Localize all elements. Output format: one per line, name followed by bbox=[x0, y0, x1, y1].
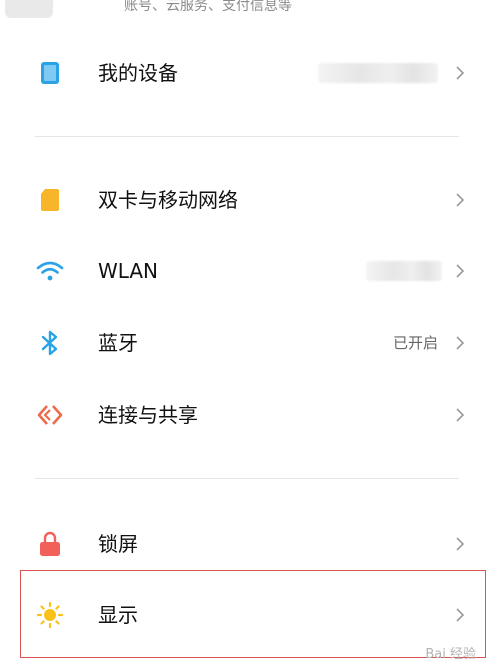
settings-item-label: 我的设备 bbox=[98, 61, 178, 85]
settings-item-label: 锁屏 bbox=[98, 532, 138, 556]
connection-share-icon bbox=[36, 401, 64, 429]
settings-item-label: WLAN bbox=[98, 259, 159, 283]
wifi-icon bbox=[36, 257, 64, 285]
blurred-value bbox=[318, 63, 438, 83]
blurred-value bbox=[366, 261, 442, 281]
avatar bbox=[5, 0, 53, 18]
lock-icon bbox=[36, 530, 64, 558]
settings-item-label: 蓝牙 bbox=[98, 331, 138, 355]
watermark: Bai 经验 bbox=[425, 647, 476, 662]
account-strip[interactable]: 账号、云服务、支付信息等 bbox=[0, 0, 500, 24]
chevron-right-icon bbox=[456, 193, 465, 207]
settings-item-lock-screen[interactable]: 锁屏 bbox=[0, 516, 500, 572]
chevron-right-icon bbox=[456, 264, 465, 278]
bluetooth-icon bbox=[36, 329, 64, 357]
settings-item-wlan[interactable]: WLAN bbox=[0, 243, 500, 299]
settings-item-my-device[interactable]: 我的设备 bbox=[0, 45, 500, 101]
chevron-right-icon bbox=[456, 336, 465, 350]
settings-item-dual-sim[interactable]: 双卡与移动网络 bbox=[0, 172, 500, 228]
highlight-box bbox=[20, 570, 486, 658]
phone-icon bbox=[36, 59, 64, 87]
settings-item-label: 连接与共享 bbox=[98, 403, 198, 427]
settings-item-bluetooth[interactable]: 蓝牙 已开启 bbox=[0, 315, 500, 371]
chevron-right-icon bbox=[456, 537, 465, 551]
bluetooth-status: 已开启 bbox=[392, 334, 438, 352]
account-subtitle: 账号、云服务、支付信息等 bbox=[124, 0, 292, 14]
settings-item-label: 双卡与移动网络 bbox=[98, 188, 238, 212]
divider bbox=[35, 136, 459, 137]
chevron-right-icon bbox=[456, 408, 465, 422]
divider bbox=[35, 478, 459, 479]
sim-card-icon bbox=[36, 186, 64, 214]
chevron-right-icon bbox=[456, 66, 465, 80]
settings-item-connect-share[interactable]: 连接与共享 bbox=[0, 387, 500, 443]
